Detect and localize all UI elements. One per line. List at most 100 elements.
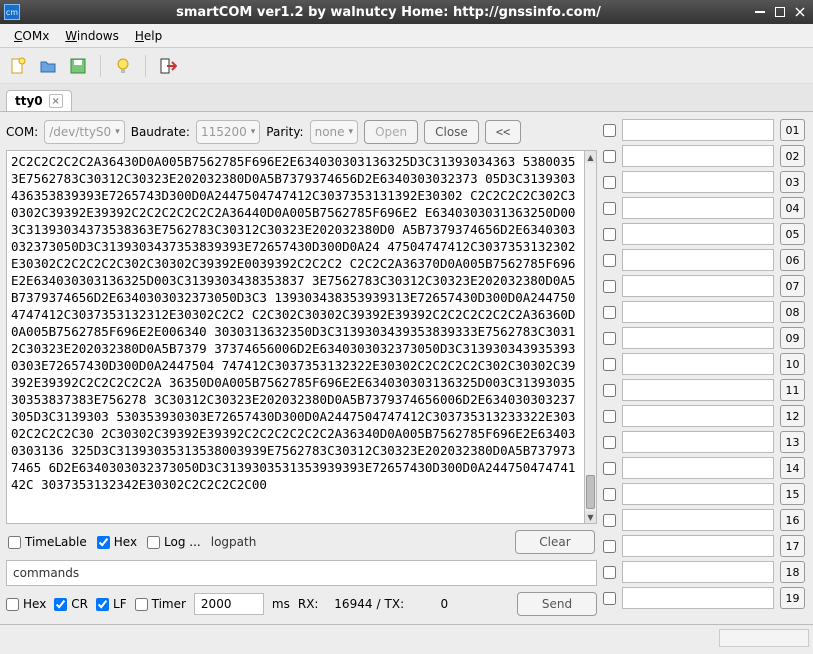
quick-cmd-checkbox[interactable]: [603, 592, 616, 605]
quick-cmd-input[interactable]: [622, 379, 774, 401]
quick-cmd-button[interactable]: 10: [780, 353, 805, 375]
parity-select[interactable]: none▾: [310, 120, 358, 144]
quick-cmd-input[interactable]: [622, 197, 774, 219]
timer-interval-input[interactable]: [194, 593, 264, 615]
quick-cmd-checkbox[interactable]: [603, 566, 616, 579]
minimize-button[interactable]: [751, 4, 769, 20]
hex-output[interactable]: 2C2C2C2C2C2A36430D0A005B7562785F696E2E63…: [6, 150, 585, 524]
quick-cmd-button[interactable]: 07: [780, 275, 805, 297]
timelable-checkbox[interactable]: TimeLable: [8, 535, 87, 549]
quick-cmd-input[interactable]: [622, 509, 774, 531]
quick-cmd-button[interactable]: 11: [780, 379, 805, 401]
tab-close-button[interactable]: ×: [49, 94, 63, 108]
quick-cmd-input[interactable]: [622, 249, 774, 271]
quick-cmd-checkbox[interactable]: [603, 202, 616, 215]
quick-cmd-checkbox[interactable]: [603, 332, 616, 345]
log-checkbox[interactable]: Log ...: [147, 535, 201, 549]
quick-cmd-button[interactable]: 15: [780, 483, 805, 505]
quick-cmd-input[interactable]: [622, 119, 774, 141]
quick-cmd-button[interactable]: 05: [780, 223, 805, 245]
command-input[interactable]: [6, 560, 597, 586]
quick-cmd-checkbox[interactable]: [603, 358, 616, 371]
quick-cmd-input[interactable]: [622, 457, 774, 479]
baudrate-select[interactable]: 115200▾: [196, 120, 260, 144]
menubar: COMx Windows Help: [0, 24, 813, 48]
quick-cmd-button[interactable]: 13: [780, 431, 805, 453]
quick-cmd-checkbox[interactable]: [603, 150, 616, 163]
quick-cmd-button[interactable]: 04: [780, 197, 805, 219]
timer-checkbox[interactable]: Timer: [135, 597, 186, 611]
quick-cmd-checkbox[interactable]: [603, 488, 616, 501]
scroll-thumb[interactable]: [586, 475, 595, 509]
quick-cmd-row: 05: [603, 222, 805, 246]
scroll-down-icon[interactable]: ▼: [585, 511, 596, 523]
ms-label: ms: [272, 597, 290, 611]
quick-cmd-input[interactable]: [622, 587, 774, 609]
send-button[interactable]: Send: [517, 592, 597, 616]
com-port-select[interactable]: /dev/ttyS0▾: [44, 120, 124, 144]
open-port-button[interactable]: Open: [364, 120, 418, 144]
quick-cmd-button[interactable]: 02: [780, 145, 805, 167]
exit-button[interactable]: [156, 54, 180, 78]
quick-cmd-button[interactable]: 14: [780, 457, 805, 479]
menu-windows[interactable]: Windows: [57, 27, 127, 45]
quick-cmd-button[interactable]: 08: [780, 301, 805, 323]
quick-cmd-row: 08: [603, 300, 805, 324]
quick-cmd-input[interactable]: [622, 353, 774, 375]
hex-checkbox[interactable]: Hex: [97, 535, 137, 549]
send-cr-checkbox[interactable]: CR: [54, 597, 88, 611]
com-label: COM:: [6, 125, 38, 139]
tip-button[interactable]: [111, 54, 135, 78]
close-port-button[interactable]: Close: [424, 120, 479, 144]
quick-cmd-checkbox[interactable]: [603, 410, 616, 423]
output-scrollbar[interactable]: ▲ ▼: [585, 150, 597, 524]
quick-cmd-checkbox[interactable]: [603, 514, 616, 527]
clear-button[interactable]: Clear: [515, 530, 595, 554]
quick-cmd-checkbox[interactable]: [603, 280, 616, 293]
rx-count: 16944: [322, 597, 372, 611]
quick-cmd-input[interactable]: [622, 301, 774, 323]
quick-cmd-input[interactable]: [622, 145, 774, 167]
quick-cmd-button[interactable]: 12: [780, 405, 805, 427]
quick-cmd-button[interactable]: 16: [780, 509, 805, 531]
quick-cmd-checkbox[interactable]: [603, 228, 616, 241]
quick-cmd-checkbox[interactable]: [603, 384, 616, 397]
quick-cmd-button[interactable]: 01: [780, 119, 805, 141]
send-hex-checkbox[interactable]: Hex: [6, 597, 46, 611]
close-button[interactable]: [791, 4, 809, 20]
menu-comx[interactable]: COMx: [6, 27, 57, 45]
quick-cmd-button[interactable]: 17: [780, 535, 805, 557]
quick-cmd-input[interactable]: [622, 535, 774, 557]
quick-cmd-checkbox[interactable]: [603, 306, 616, 319]
tab-strip: tty0 ×: [0, 84, 813, 112]
quick-cmd-input[interactable]: [622, 483, 774, 505]
quick-cmd-button[interactable]: 06: [780, 249, 805, 271]
quick-cmd-input[interactable]: [622, 171, 774, 193]
quick-cmd-input[interactable]: [622, 327, 774, 349]
menu-help[interactable]: Help: [127, 27, 170, 45]
open-button[interactable]: [36, 54, 60, 78]
quick-cmd-row: 09: [603, 326, 805, 350]
maximize-button[interactable]: [771, 4, 789, 20]
quick-cmd-input[interactable]: [622, 275, 774, 297]
quick-cmd-checkbox[interactable]: [603, 254, 616, 267]
new-button[interactable]: [6, 54, 30, 78]
quick-cmd-checkbox[interactable]: [603, 540, 616, 553]
quick-cmd-button[interactable]: 03: [780, 171, 805, 193]
quick-cmd-input[interactable]: [622, 405, 774, 427]
send-lf-checkbox[interactable]: LF: [96, 597, 127, 611]
quick-cmd-input[interactable]: [622, 431, 774, 453]
save-button[interactable]: [66, 54, 90, 78]
tab-tty0[interactable]: tty0 ×: [6, 90, 72, 111]
quick-cmd-input[interactable]: [622, 223, 774, 245]
quick-cmd-checkbox[interactable]: [603, 436, 616, 449]
scroll-up-icon[interactable]: ▲: [585, 151, 596, 163]
quick-cmd-button[interactable]: 18: [780, 561, 805, 583]
collapse-panel-button[interactable]: <<: [485, 120, 521, 144]
quick-cmd-checkbox[interactable]: [603, 176, 616, 189]
quick-cmd-checkbox[interactable]: [603, 124, 616, 137]
quick-cmd-button[interactable]: 19: [780, 587, 805, 609]
quick-cmd-checkbox[interactable]: [603, 462, 616, 475]
quick-cmd-input[interactable]: [622, 561, 774, 583]
quick-cmd-button[interactable]: 09: [780, 327, 805, 349]
